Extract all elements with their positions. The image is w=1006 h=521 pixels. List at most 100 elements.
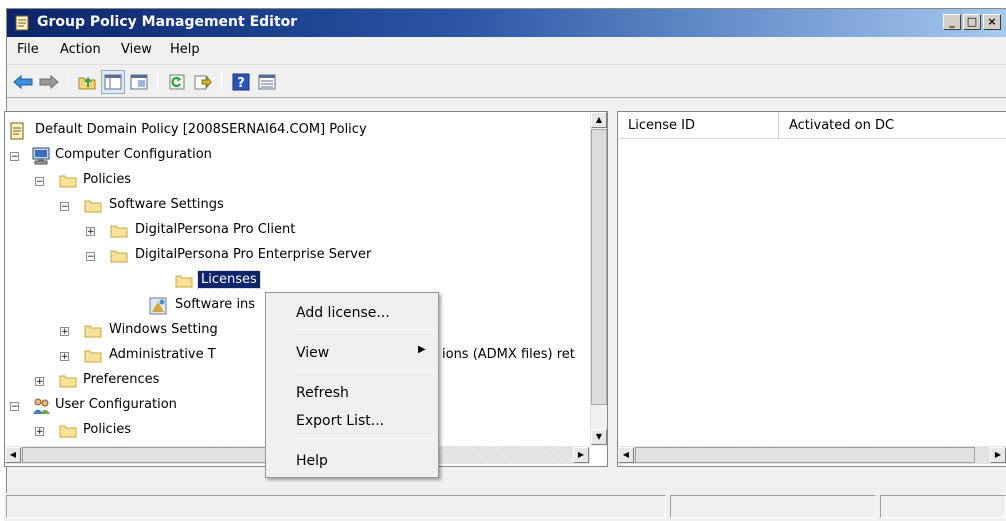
tree-label-user-configuration: User Configuration [55, 397, 177, 412]
computer-icon [32, 147, 50, 165]
status-panel-3 [880, 495, 1006, 518]
collapse-icon[interactable]: − [10, 152, 19, 162]
refresh-button[interactable] [165, 70, 189, 94]
context-menu: Add license... View ▶ Refresh Export Lis… [265, 292, 439, 478]
menu-item-refresh[interactable]: Refresh [268, 381, 436, 405]
tree-label-administrative-templates: Administrative T [109, 347, 216, 362]
tree-label-licenses: Licenses [197, 270, 261, 289]
scroll-up-arrow-icon[interactable]: ▲ [591, 112, 607, 128]
tree-label-computer-configuration: Computer Configuration [55, 147, 212, 162]
tree-label-preferences: Preferences [83, 372, 160, 387]
menu-view[interactable]: View [119, 42, 154, 57]
details-list-pane[interactable]: License ID Activated on DC ◀ ▶ [617, 111, 1006, 467]
tree-vscroll-thumb[interactable] [591, 129, 607, 405]
tree-label-dp-client: DigitalPersona Pro Client [135, 222, 296, 237]
tree-vertical-scrollbar[interactable]: ▲ ▼ [590, 112, 607, 446]
maximize-button[interactable]: □ [963, 14, 981, 30]
tree-label-dp-server: DigitalPersona Pro Enterprise Server [135, 247, 372, 262]
folder-icon [84, 350, 102, 363]
collapse-icon[interactable]: − [35, 177, 44, 187]
up-folder-icon [78, 77, 96, 90]
close-button[interactable]: × [983, 14, 1001, 30]
menu-separator [294, 371, 434, 372]
expand-icon[interactable]: + [35, 427, 44, 437]
export-list-icon [194, 75, 212, 90]
submenu-arrow-icon: ▶ [418, 344, 426, 355]
show-hide-tree-button[interactable] [101, 70, 125, 94]
status-panel-main [6, 495, 666, 518]
tree-label-software-settings: Software Settings [109, 197, 224, 212]
tree-label-administrative-templates-tail: ions (ADMX files) ret [442, 347, 575, 362]
list-hscroll-thumb[interactable] [635, 447, 975, 463]
folder-icon [84, 200, 102, 213]
expand-icon[interactable]: + [60, 352, 69, 362]
details-view-icon [258, 74, 276, 90]
policy-scroll-icon [10, 122, 24, 140]
folder-icon [59, 375, 77, 388]
minimize-button[interactable]: _ [943, 14, 961, 30]
show-hide-tree-icon [104, 74, 122, 90]
back-button[interactable] [11, 70, 35, 94]
refresh-icon [169, 74, 185, 90]
tree-label-policies: Policies [83, 172, 132, 187]
folder-icon [59, 175, 77, 188]
pane-splitter[interactable] [608, 111, 617, 467]
scroll-left-arrow-icon[interactable]: ◀ [618, 447, 634, 463]
back-arrow-icon [13, 75, 33, 89]
toolbar-separator [221, 72, 222, 92]
details-view-button[interactable] [255, 70, 279, 94]
menu-separator [294, 329, 434, 330]
menu-item-add-license[interactable]: Add license... [268, 301, 436, 325]
menu-help[interactable]: Help [168, 42, 202, 57]
properties-view-icon [130, 74, 148, 90]
window-title: Group Policy Management Editor [37, 14, 298, 30]
column-header-license-id[interactable]: License ID [618, 112, 779, 139]
menu-bar: File Action View Help [7, 37, 1006, 65]
list-horizontal-scrollbar[interactable]: ◀ ▶ [618, 446, 1006, 464]
toolbar-separator [67, 72, 68, 92]
app-icon [15, 15, 29, 31]
scroll-right-arrow-icon[interactable]: ▶ [573, 447, 589, 463]
tree-label-user-policies: Policies [83, 422, 132, 437]
menu-action[interactable]: Action [58, 42, 103, 57]
software-installation-icon [149, 297, 167, 315]
help-icon: ? [232, 73, 250, 91]
menu-file[interactable]: File [15, 42, 41, 57]
forward-button[interactable] [37, 70, 61, 94]
collapse-icon[interactable]: − [86, 252, 95, 262]
folder-icon [59, 425, 77, 438]
tree-label-windows-settings: Windows Setting [109, 322, 218, 337]
status-bar [4, 493, 1006, 521]
folder-icon [110, 250, 128, 263]
column-header-activated-on-dc[interactable]: Activated on DC [779, 112, 1006, 139]
menu-separator [294, 438, 434, 439]
up-one-level-button[interactable] [75, 70, 99, 94]
menu-item-view-label: View [296, 345, 330, 361]
menu-item-view[interactable]: View ▶ [268, 341, 436, 365]
properties-button[interactable] [127, 70, 151, 94]
status-panel-2 [670, 495, 876, 518]
scroll-right-arrow-icon[interactable]: ▶ [990, 447, 1006, 463]
help-button[interactable]: ? [229, 70, 253, 94]
tree-label-root: Default Domain Policy [2008SERNAI64.COM]… [35, 122, 367, 137]
folder-icon [110, 225, 128, 238]
title-bar[interactable]: Group Policy Management Editor _ □ × [7, 9, 1006, 37]
scroll-left-arrow-icon[interactable]: ◀ [5, 447, 21, 463]
menu-item-export-list[interactable]: Export List... [268, 409, 436, 433]
users-icon [33, 398, 50, 414]
collapse-icon[interactable]: − [60, 202, 69, 212]
expand-icon[interactable]: + [86, 227, 95, 237]
menu-item-help[interactable]: Help [268, 449, 436, 473]
collapse-icon[interactable]: − [10, 402, 19, 412]
scroll-down-arrow-icon[interactable]: ▼ [591, 429, 607, 445]
svg-text:?: ? [237, 76, 245, 91]
expand-icon[interactable]: + [60, 327, 69, 337]
toolbar-separator [157, 72, 158, 92]
forward-arrow-icon [39, 75, 59, 89]
export-list-button[interactable] [191, 70, 215, 94]
toolbar: ? [7, 66, 1006, 98]
expand-icon[interactable]: + [35, 377, 44, 387]
folder-icon [84, 325, 102, 338]
folder-icon [175, 275, 193, 288]
tree-label-software-installation: Software ins [175, 297, 256, 312]
